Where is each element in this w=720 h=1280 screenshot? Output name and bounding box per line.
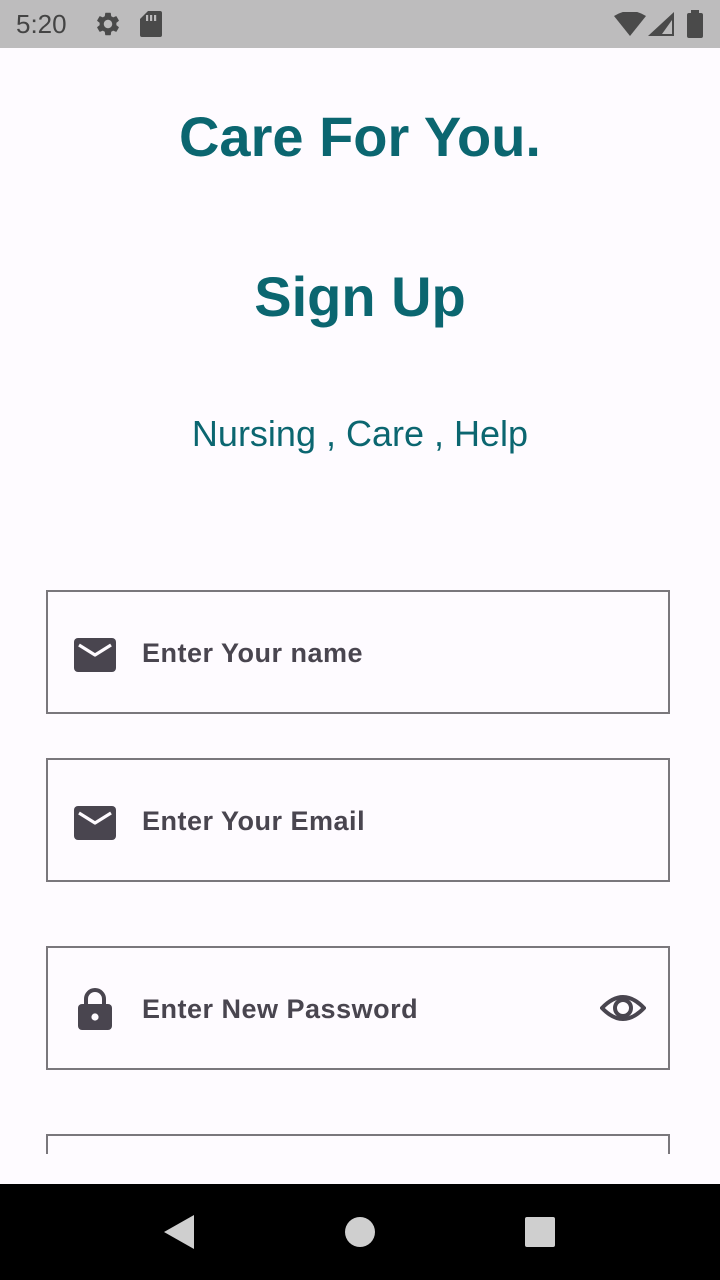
email-input[interactable] — [142, 796, 572, 846]
recents-button[interactable] — [508, 1200, 572, 1264]
recents-icon — [525, 1217, 555, 1247]
status-time: 5:20 — [16, 9, 67, 39]
screen: 5:20 Care For You. Sign Up Nursing , Car… — [0, 0, 720, 1280]
password-field[interactable] — [46, 946, 670, 1070]
battery-icon — [687, 10, 703, 38]
mail-icon — [74, 806, 116, 840]
mail-icon — [74, 638, 116, 672]
status-bar: 5:20 — [0, 0, 720, 48]
signup-content: Care For You. Sign Up Nursing , Care , H… — [0, 48, 720, 1154]
tagline: Nursing , Care , Help — [191, 413, 529, 454]
name-field[interactable] — [46, 590, 670, 714]
back-icon — [164, 1215, 194, 1249]
page-title: Sign Up — [254, 265, 466, 328]
confirm-password-field[interactable] — [46, 1134, 670, 1154]
email-field[interactable] — [46, 758, 670, 882]
home-button[interactable] — [328, 1200, 392, 1264]
wifi-icon — [614, 12, 646, 36]
signal-icon — [648, 12, 674, 36]
back-button[interactable] — [148, 1200, 212, 1264]
home-icon — [345, 1217, 375, 1247]
password-input[interactable] — [142, 984, 572, 1034]
sd-card-icon — [140, 11, 162, 37]
app-title: Care For You. — [178, 105, 541, 168]
navigation-bar — [0, 1184, 720, 1280]
name-input[interactable] — [142, 628, 572, 678]
lock-icon — [78, 988, 112, 1030]
eye-icon[interactable] — [600, 992, 646, 1024]
gear-icon — [97, 12, 119, 36]
